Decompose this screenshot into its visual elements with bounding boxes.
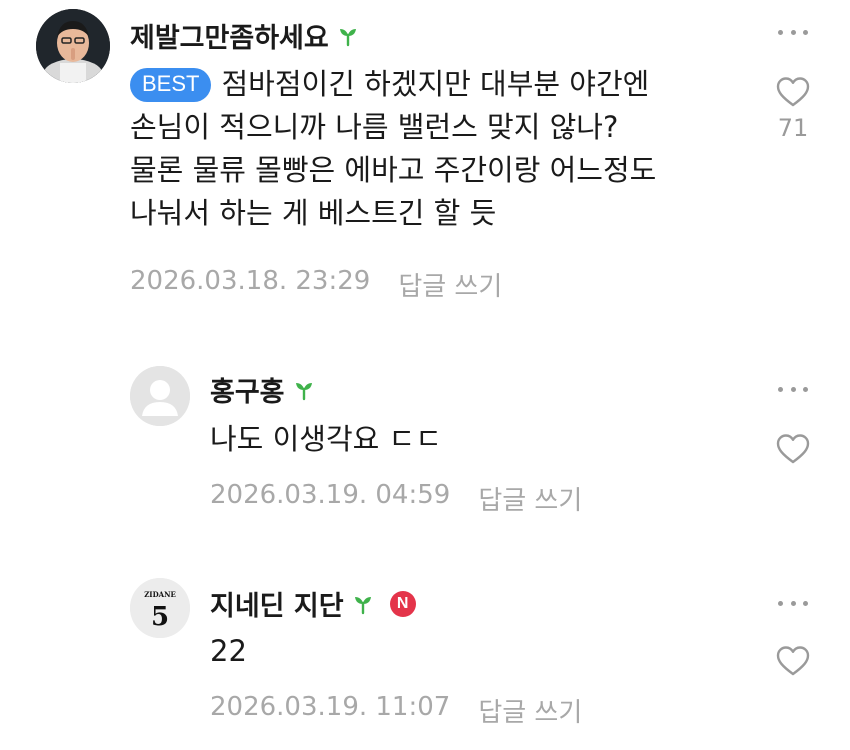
avatar-photo xyxy=(36,9,110,83)
default-avatar-icon xyxy=(130,366,190,426)
more-dots-icon[interactable] xyxy=(778,384,808,394)
svg-text:ZIDANE: ZIDANE xyxy=(144,590,176,599)
sprout-icon xyxy=(354,596,371,614)
best-badge: BEST xyxy=(130,68,212,102)
avatar[interactable]: ZIDANE 5 xyxy=(130,578,190,638)
author-name: 지네딘 지단 xyxy=(210,591,344,622)
comment-line: 나도 이생각요 ㄷㄷ xyxy=(210,422,442,456)
heart-icon[interactable] xyxy=(776,76,810,108)
comment-meta: 2026.03.18. 23:29 답글 쓰기 xyxy=(130,266,502,303)
author-name: 홍구홍 xyxy=(210,377,285,408)
comment-line: 손님이 적으니까 나름 밸런스 맞지 않나? xyxy=(130,110,619,144)
reply-button[interactable]: 답글 쓰기 xyxy=(398,266,502,303)
more-dots-icon[interactable] xyxy=(778,27,808,37)
comment-author[interactable]: 홍구홍 xyxy=(210,370,315,409)
sprout-icon xyxy=(295,382,312,400)
comment-meta: 2026.03.19. 04:59 답글 쓰기 xyxy=(210,480,582,517)
more-dots-icon[interactable] xyxy=(778,598,808,608)
comment-body: 나도 이생각요 ㄷㄷ xyxy=(210,418,442,461)
comment-body: BEST 점바점이긴 하겠지만 대부분 야간엔 손님이 적으니까 나름 밸런스 맞… xyxy=(130,63,656,235)
comment-body: 22 xyxy=(210,630,247,673)
comment-line: 점바점이긴 하겠지만 대부분 야간엔 xyxy=(221,67,650,101)
comment-line: 물론 물류 몰빵은 에바고 주간이랑 어느정도 xyxy=(130,153,657,187)
heart-icon[interactable] xyxy=(776,645,810,677)
sprout-icon xyxy=(339,28,356,46)
comment-line: 나눠서 하는 게 베스트긴 할 듯 xyxy=(130,196,497,230)
timestamp: 2026.03.19. 04:59 xyxy=(210,480,451,510)
comment-author[interactable]: 제발그만좀하세요 xyxy=(130,16,359,55)
comment-author[interactable]: 지네딘 지단 N xyxy=(210,584,416,623)
heart-icon[interactable] xyxy=(776,433,810,465)
avatar-image: ZIDANE 5 xyxy=(130,578,190,638)
new-badge: N xyxy=(389,590,416,617)
reply-button[interactable]: 답글 쓰기 xyxy=(478,480,582,517)
timestamp: 2026.03.19. 11:07 xyxy=(210,692,451,722)
reply-button[interactable]: 답글 쓰기 xyxy=(478,692,582,729)
avatar[interactable] xyxy=(130,366,190,426)
svg-text:5: 5 xyxy=(151,602,169,632)
timestamp: 2026.03.18. 23:29 xyxy=(130,266,371,296)
like-count: 71 xyxy=(777,114,809,142)
comment-line: 22 xyxy=(210,634,247,668)
comment-meta: 2026.03.19. 11:07 답글 쓰기 xyxy=(210,692,582,729)
author-name: 제발그만좀하세요 xyxy=(130,23,329,54)
avatar[interactable] xyxy=(36,9,110,83)
